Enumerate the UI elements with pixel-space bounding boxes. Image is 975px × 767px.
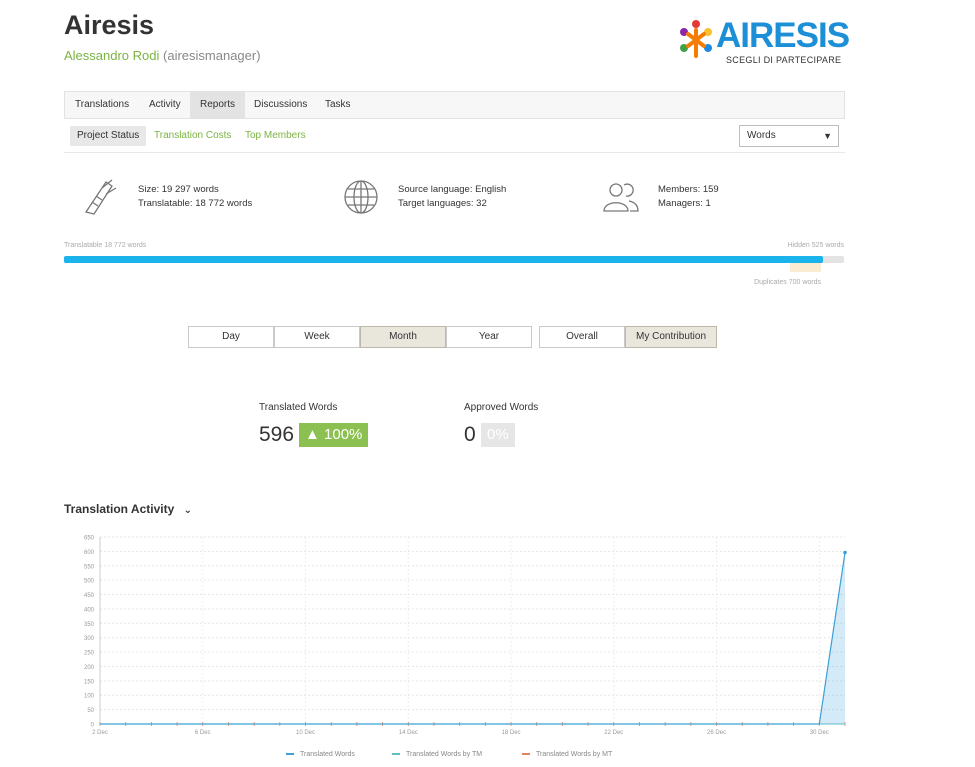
legend-translated-words-tm[interactable]: Translated Words by TM: [392, 751, 482, 758]
y-tick-label: 50: [87, 708, 94, 714]
legend-label-translated: Translated Words: [300, 751, 355, 758]
y-tick-label: 300: [84, 636, 95, 642]
y-tick-label: 0: [91, 723, 95, 729]
y-tick-label: 650: [84, 536, 95, 542]
members-count: Members: 159: [658, 184, 719, 195]
x-tick-label: 30 Dec: [810, 730, 829, 736]
x-tick-label: 14 Dec: [399, 730, 418, 736]
subtab-translation-costs[interactable]: Translation Costs: [147, 126, 238, 146]
chevron-down-icon: ⌄: [183, 505, 192, 516]
approved-change-badge: 0%: [481, 423, 515, 447]
legend-label-tm: Translated Words by TM: [406, 751, 483, 758]
translation-activity-title[interactable]: Translation Activity ⌄: [64, 502, 192, 516]
legend-label-mt: Translated Words by MT: [536, 751, 613, 758]
chevron-down-icon: ▼: [823, 131, 832, 141]
translatable-progress-bar: [64, 256, 844, 263]
period-day-button[interactable]: Day: [188, 326, 274, 348]
legend-swatch-mt: [522, 753, 530, 756]
y-tick-label: 250: [84, 651, 95, 657]
owner-username: (airesismanager): [163, 48, 261, 63]
unit-select[interactable]: Words ▼: [739, 125, 839, 147]
y-tick-label: 450: [84, 593, 95, 599]
y-tick-label: 600: [84, 550, 95, 556]
legend-swatch-translated: [286, 753, 294, 756]
tab-discussions[interactable]: Discussions: [244, 92, 317, 118]
hidden-label: Hidden 525 words: [787, 242, 844, 249]
legend-translated-words-mt[interactable]: Translated Words by MT: [522, 751, 612, 758]
tab-reports[interactable]: Reports: [190, 92, 246, 118]
period-week-button[interactable]: Week: [274, 326, 360, 348]
globe-icon: [344, 180, 378, 214]
translatable-words: Translatable: 18 772 words: [138, 198, 253, 209]
y-tick-label: 200: [84, 665, 95, 671]
size-words: Size: 19 297 words: [138, 184, 219, 195]
logo-tagline: SCEGLI DI PARTECIPARE: [726, 55, 842, 65]
tab-tasks[interactable]: Tasks: [315, 92, 361, 118]
scope-my-contribution-button[interactable]: My Contribution: [625, 326, 717, 348]
y-tick-label: 500: [84, 579, 95, 585]
approved-words-label: Approved Words: [464, 402, 539, 413]
project-owner: Alessandro Rodi (airesismanager): [64, 48, 261, 63]
legend-translated-words[interactable]: Translated Words: [286, 751, 355, 758]
x-tick-label: 6 Dec: [195, 730, 211, 736]
tab-translations[interactable]: Translations: [65, 92, 139, 118]
airesis-logo: AIRESIS SCEGLI DI PARTECIPARE: [674, 16, 850, 68]
source-language: Source language: English: [398, 184, 507, 195]
translated-words-value: 596: [259, 423, 295, 446]
logo-text: AIRESIS: [716, 16, 850, 55]
approved-words-value: 0: [464, 423, 476, 446]
period-year-button[interactable]: Year: [446, 326, 532, 348]
subtab-top-members[interactable]: Top Members: [238, 126, 313, 146]
period-month-button[interactable]: Month: [360, 326, 446, 348]
x-tick-label: 26 Dec: [707, 730, 726, 736]
series-point-translated: [843, 550, 847, 555]
x-tick-label: 18 Dec: [502, 730, 521, 736]
scope-overall-button[interactable]: Overall: [539, 326, 625, 348]
x-tick-label: 2 Dec: [92, 730, 108, 736]
x-tick-label: 22 Dec: [604, 730, 623, 736]
series-area-translated: [100, 552, 845, 724]
project-title: Airesis: [64, 10, 155, 40]
size-stat: Size: 19 297 words Translatable: 18 772 …: [138, 183, 252, 211]
translated-words-label: Translated Words: [259, 402, 338, 413]
series-line-translated: [100, 552, 846, 725]
duplicates-segment: [790, 263, 821, 272]
y-tick-label: 350: [84, 622, 95, 628]
chart-grid: [99, 536, 845, 725]
language-stat: Source language: English Target language…: [398, 183, 506, 211]
translatable-progress-fill: [64, 256, 823, 263]
logo-people-icon: [680, 20, 712, 58]
main-tabs: Translations Activity Reports Discussion…: [64, 91, 845, 119]
x-tick-label: 10 Dec: [296, 730, 315, 736]
caliper-icon: [84, 179, 117, 215]
report-subtabs: Project Status Translation Costs Top Mem…: [64, 119, 845, 153]
y-tick-label: 400: [84, 607, 95, 613]
y-axis-ticks: 0 50 100 150 200 250 300 350 400 450 500 550 600 650: [84, 536, 95, 729]
duplicates-label: Duplicates 700 words: [754, 279, 821, 286]
subtab-project-status[interactable]: Project Status: [70, 126, 147, 146]
translated-change-badge: ▲ 100%: [299, 423, 369, 447]
members-stat: Members: 159 Managers: 1: [658, 183, 719, 211]
managers-count: Managers: 1: [658, 198, 711, 209]
owner-name-link[interactable]: Alessandro Rodi: [64, 48, 159, 63]
translatable-label: Translatable 18 772 words: [64, 242, 147, 249]
y-tick-label: 150: [84, 679, 95, 685]
members-icon: [603, 183, 639, 212]
y-tick-label: 100: [84, 694, 95, 700]
y-tick-label: 550: [84, 564, 95, 570]
unit-select-value: Words: [747, 130, 776, 141]
tab-activity[interactable]: Activity: [139, 92, 191, 118]
translation-activity-chart: 050100150200250300350400450500550600650 …: [84, 536, 847, 736]
legend-swatch-tm: [392, 753, 400, 756]
translation-activity-label: Translation Activity: [64, 502, 175, 516]
target-languages: Target languages: 32: [398, 198, 487, 209]
